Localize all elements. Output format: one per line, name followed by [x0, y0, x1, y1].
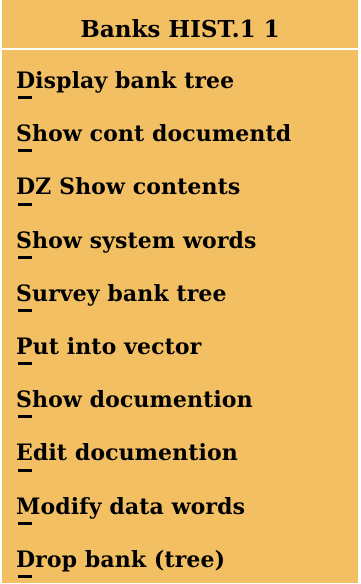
- menu-item-show-system-words[interactable]: Show system words: [2, 210, 358, 263]
- mnemonic-underline: [18, 255, 32, 259]
- mnemonic-underline: [18, 415, 32, 419]
- menu-item-drop-bank-tree[interactable]: Drop bank (tree): [2, 529, 358, 582]
- menu-item-modify-data-words[interactable]: Modify data words: [2, 476, 358, 529]
- mnemonic-underline: [18, 521, 32, 525]
- menu-item-label: Display bank tree: [16, 68, 235, 94]
- mnemonic-underline: [18, 308, 32, 312]
- mnemonic-underline: [18, 96, 32, 100]
- mnemonic-underline: [18, 468, 32, 472]
- menu-item-put-into-vector[interactable]: Put into vector: [2, 316, 358, 369]
- menu-item-show-documention[interactable]: Show documention: [2, 369, 358, 422]
- menu-item-dz-show-contents[interactable]: DZ Show contents: [2, 156, 358, 209]
- mnemonic-underline: [18, 362, 32, 366]
- menu-item-survey-bank-tree[interactable]: Survey bank tree: [2, 263, 358, 316]
- mnemonic-underline: [18, 149, 32, 153]
- menu-item-label: Edit documention: [16, 440, 238, 467]
- menu-item-show-cont-documentd[interactable]: Show cont documentd: [2, 103, 358, 156]
- menu-item-list: Display bank tree Show cont documentd DZ…: [2, 50, 358, 582]
- menu-item-edit-documention[interactable]: Edit documention: [2, 422, 358, 475]
- menu-item-label: Put into vector: [16, 333, 202, 360]
- menu-item-label: DZ Show contents: [16, 174, 241, 201]
- menu-item-display-bank-tree[interactable]: Display bank tree: [2, 50, 358, 103]
- menu-item-label: Survey bank tree: [16, 280, 227, 307]
- menu-item-label: Show cont documentd: [16, 121, 292, 148]
- menu-title: Banks HIST.1 1: [2, 0, 358, 50]
- menu-item-label: Modify data words: [16, 493, 246, 520]
- menu-item-label: Drop bank (tree): [16, 546, 226, 573]
- banks-popup-menu: Banks HIST.1 1 Display bank tree Show co…: [2, 0, 358, 583]
- mnemonic-underline: [18, 574, 32, 578]
- menu-item-label: Show documention: [16, 387, 253, 414]
- mnemonic-underline: [18, 202, 32, 206]
- menu-item-label: Show system words: [16, 227, 257, 254]
